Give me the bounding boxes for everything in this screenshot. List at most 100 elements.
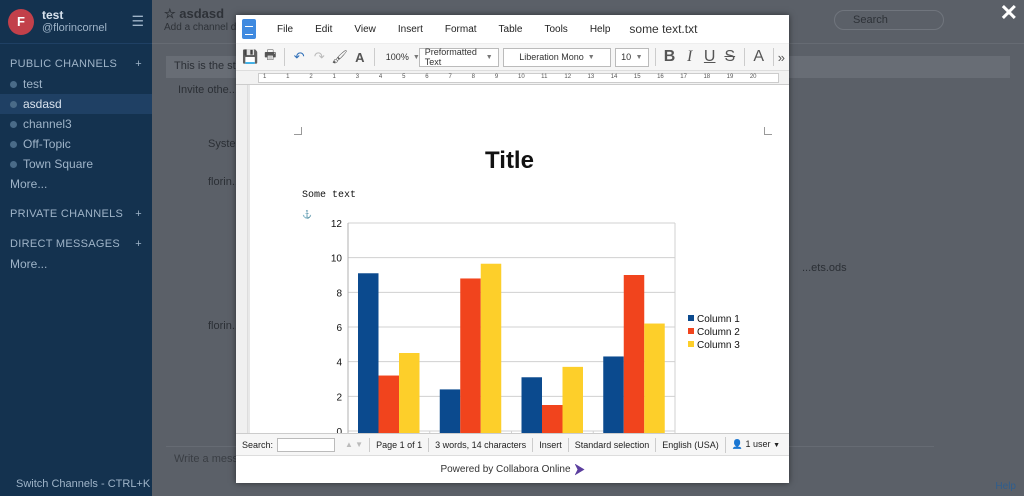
ruler-number: 17: [680, 74, 687, 80]
add-private-channel-icon[interactable]: +: [135, 208, 142, 220]
zoom-value: 100%: [385, 52, 409, 62]
ruler-number: 6: [425, 74, 429, 80]
ruler[interactable]: 1 1 2 1 3 4 5 6 7 8 9 10 11 12 13 14 15 16 17 18 19 20: [236, 71, 789, 85]
channel-label: Town Square: [23, 157, 94, 171]
direct-messages-title: DIRECT MESSAGES: [10, 238, 121, 250]
document-page[interactable]: Title Some text ⚓ 0 2 4 6 8 10 12 Column 1 Colum…: [250, 85, 789, 433]
clear-formatting-icon[interactable]: A: [352, 48, 368, 66]
channel-label: Off-Topic: [23, 137, 71, 151]
private-channels-title: PRIVATE CHANNELS: [10, 208, 124, 220]
menu-table[interactable]: Table: [488, 24, 534, 35]
menu-file[interactable]: File: [266, 24, 304, 35]
legend-label: Column 3: [697, 340, 740, 351]
team-header[interactable]: F test @florincornel ☰: [0, 0, 152, 44]
ruler-number: 1: [286, 74, 290, 80]
bar-column-2: [378, 375, 399, 433]
bold-button[interactable]: B: [662, 48, 678, 66]
paragraph-style-value: Preformatted Text: [424, 47, 477, 67]
document-body-text[interactable]: Some text: [302, 190, 356, 201]
ruler-track: 1 1 2 1 3 4 5 6 7 8 9 10 11 12 13 14 15 16 17 18 19 20: [258, 73, 779, 83]
selection-mode[interactable]: Standard selection: [567, 437, 656, 452]
users-indicator[interactable]: 👤 1 user ▼: [724, 436, 786, 453]
menu-tools[interactable]: Tools: [533, 24, 578, 35]
document-search-input[interactable]: [277, 437, 336, 452]
vertical-scrollbar[interactable]: [236, 85, 248, 433]
help-link[interactable]: Help: [995, 481, 1016, 492]
document-heading[interactable]: Title: [250, 147, 769, 175]
team-name: test: [42, 7, 64, 22]
sidebar-item-channel-active[interactable]: asdasd: [0, 94, 152, 114]
y-tick-label: 10: [331, 254, 343, 265]
legend-swatch: [688, 341, 694, 347]
document-title[interactable]: some text.txt: [629, 22, 697, 36]
status-bar: Search: ▲ ▼ Page 1 of 1 3 words, 14 char…: [236, 433, 789, 455]
bar-column-1: [603, 356, 624, 433]
search-prev-next-icons[interactable]: ▲ ▼: [345, 440, 363, 449]
legend-swatch: [688, 328, 694, 334]
more-channels-link[interactable]: More...: [0, 174, 152, 194]
menu-edit[interactable]: Edit: [304, 24, 343, 35]
bar-column-2: [460, 278, 481, 433]
bar-column-1: [358, 273, 379, 433]
margin-corner-mark: [294, 127, 302, 135]
channel-label: test: [23, 77, 43, 91]
font-name-select[interactable]: Liberation Mono ▼: [502, 47, 612, 67]
insert-mode[interactable]: Insert: [532, 437, 568, 452]
y-tick-label: 4: [336, 358, 342, 369]
ruler-number: 7: [448, 74, 452, 80]
font-color-icon[interactable]: A: [751, 48, 767, 66]
user-icon: 👤: [731, 438, 744, 449]
legend-label: Column 1: [697, 314, 740, 325]
menu-view[interactable]: View: [343, 24, 387, 35]
language[interactable]: English (USA): [655, 437, 725, 452]
ruler-number: 20: [749, 74, 757, 80]
menu-help[interactable]: Help: [579, 24, 622, 35]
bar-chart[interactable]: 024681012Column 1Column 2Column 3: [320, 215, 750, 433]
anchor-icon: ⚓: [302, 210, 312, 219]
powered-by-footer: Powered by Collabora Online: [236, 455, 789, 483]
document-area[interactable]: Title Some text ⚓ 0 2 4 6 8 10 12 Column 1 Colum…: [236, 85, 789, 433]
zoom-select[interactable]: 100% ▼: [381, 48, 420, 67]
bar-column-3: [399, 353, 420, 433]
chevron-down-icon: ▼: [635, 53, 643, 61]
sidebar-item-channel[interactable]: Off-Topic: [0, 134, 152, 154]
menu-insert[interactable]: Insert: [387, 24, 434, 35]
y-tick-label: 8: [336, 288, 342, 299]
bar-column-2: [542, 405, 563, 433]
menu-bar: File Edit View Insert Format Table Tools…: [236, 15, 789, 43]
print-icon[interactable]: 🖶: [262, 47, 278, 66]
paragraph-style-select[interactable]: Preformatted Text ▼: [418, 47, 499, 67]
save-icon[interactable]: 💾: [242, 48, 258, 66]
hamburger-menu-icon[interactable]: ☰: [131, 13, 144, 30]
search-label: Search:: [242, 439, 274, 450]
clone-formatting-icon[interactable]: 🖌: [331, 48, 348, 66]
toolbar-divider: [743, 48, 745, 66]
sidebar-item-channel[interactable]: channel3: [0, 114, 152, 134]
ruler-number: 16: [657, 74, 664, 80]
bar-column-1: [439, 389, 461, 433]
ruler-number: 1: [332, 74, 336, 80]
sidebar-item-channel[interactable]: test: [0, 74, 152, 94]
add-direct-message-icon[interactable]: +: [135, 238, 142, 250]
italic-button[interactable]: I: [682, 48, 698, 66]
private-channels-header: PRIVATE CHANNELS +: [0, 194, 152, 224]
chevron-down-icon: ▼: [587, 53, 595, 61]
invite-link[interactable]: Invite othe...: [178, 84, 238, 96]
more-direct-messages-link[interactable]: More...: [0, 254, 152, 274]
font-size-select[interactable]: 10 ▼: [615, 47, 649, 67]
add-channel-icon[interactable]: +: [135, 58, 142, 70]
channel-dot-icon: [10, 160, 17, 168]
toolbar-divider: [284, 48, 286, 66]
close-preview-icon[interactable]: ✕: [1000, 2, 1018, 24]
search-input[interactable]: Search: [834, 10, 944, 30]
sidebar-item-channel[interactable]: Town Square: [0, 154, 152, 174]
underline-button[interactable]: U: [702, 48, 718, 66]
chevron-down-icon: ▼: [485, 53, 493, 61]
redo-icon[interactable]: ↷: [311, 48, 327, 66]
more-tools-icon[interactable]: »: [772, 48, 789, 66]
undo-icon[interactable]: ↶: [291, 48, 307, 66]
attachment-file-name[interactable]: ...ets.ods: [802, 262, 847, 274]
strikethrough-button[interactable]: S: [722, 48, 738, 66]
chevron-down-icon: ▼: [773, 441, 780, 449]
menu-format[interactable]: Format: [434, 24, 488, 35]
